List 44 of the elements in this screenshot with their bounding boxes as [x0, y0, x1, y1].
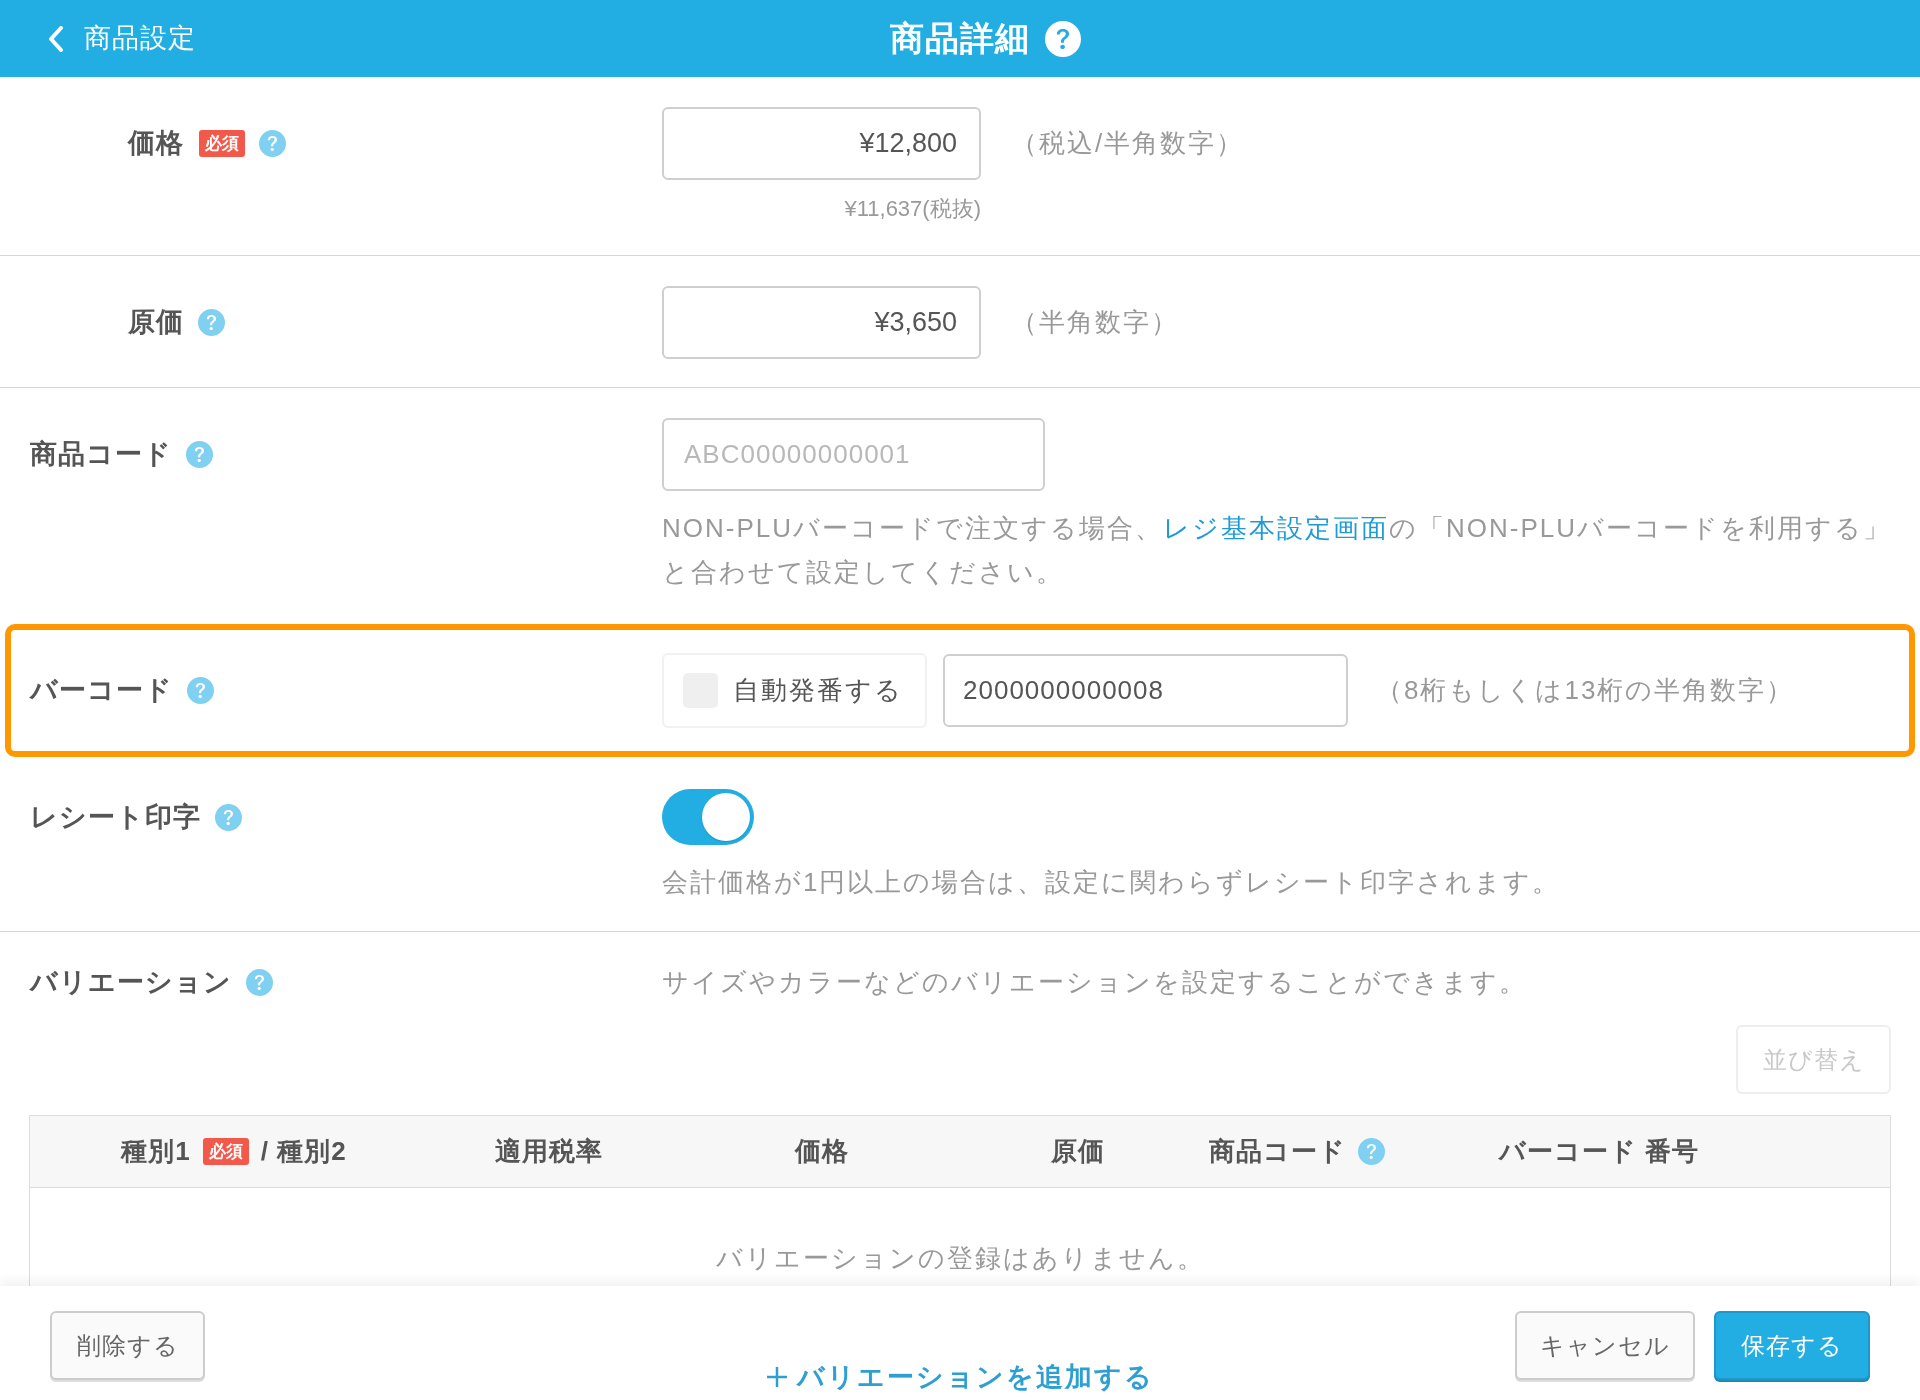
receipt-toggle[interactable] — [662, 789, 754, 845]
add-variation-button[interactable]: バリエーションを追加する — [766, 1356, 1154, 1397]
field-label: 原価 — [128, 309, 184, 336]
column-header: 商品コード — [1209, 1135, 1346, 1168]
page-title: 商品詳細 — [890, 18, 1030, 59]
field-label: 商品コード — [30, 441, 172, 468]
cost-field[interactable]: ¥3,650 — [662, 286, 981, 359]
price-field[interactable]: ¥12,800 — [662, 107, 981, 180]
tax-excluded-price: ¥11,637(税抜) — [844, 196, 981, 222]
help-icon[interactable] — [198, 309, 225, 336]
plus-icon — [766, 1366, 787, 1387]
help-icon[interactable] — [1045, 20, 1081, 57]
field-label: バーコード — [30, 677, 173, 704]
help-icon[interactable] — [1358, 1138, 1385, 1165]
empty-message: バリエーションの登録はありません。 — [715, 1242, 1205, 1275]
help-icon[interactable] — [259, 130, 286, 157]
cancel-button[interactable]: キャンセル — [1515, 1311, 1695, 1380]
product-code-field[interactable]: ABC00000000001 — [662, 418, 1045, 491]
barcode-field[interactable]: 2000000000008 — [943, 654, 1348, 727]
note-text: 会計価格が1円以上の場合は、設定に関わらずレシート印字されます。 — [662, 866, 1561, 899]
help-icon[interactable] — [186, 441, 213, 468]
column-header: 価格 — [795, 1135, 849, 1168]
hint-text: （8桁もしくは13桁の半角数字） — [1376, 674, 1795, 707]
note-text: NON-PLUバーコードで注文する場合、レジ基本設定画面の「NON-PLUバーコードを利用する」 と合わせて設定してください。 — [662, 512, 1892, 589]
help-icon[interactable] — [187, 677, 214, 704]
delete-button[interactable]: 削除する — [50, 1311, 205, 1380]
help-icon[interactable] — [246, 968, 273, 996]
settings-link[interactable]: レジ基本設定画面 — [1163, 513, 1389, 543]
required-badge: 必須 — [202, 1138, 249, 1165]
field-label: 価格 — [128, 130, 184, 157]
column-header: 種別1 — [121, 1135, 191, 1168]
column-header: 原価 — [1051, 1135, 1105, 1168]
hint-text: （税込/半角数字） — [1011, 127, 1245, 160]
column-header: / 種別2 — [260, 1135, 347, 1168]
field-label: レシート印字 — [30, 803, 201, 831]
required-badge: 必須 — [199, 130, 245, 157]
description-text: サイズやカラーなどのバリエーションを設定することができます。 — [662, 966, 1527, 999]
column-header: 適用税率 — [495, 1135, 603, 1168]
auto-number-checkbox[interactable]: 自動発番する — [662, 653, 927, 728]
help-icon[interactable] — [215, 803, 242, 831]
chevron-left-icon — [48, 25, 64, 52]
column-header: バーコード 番号 — [1498, 1135, 1700, 1168]
hint-text: （半角数字） — [1011, 306, 1179, 339]
field-label: バリエーション — [30, 968, 232, 996]
